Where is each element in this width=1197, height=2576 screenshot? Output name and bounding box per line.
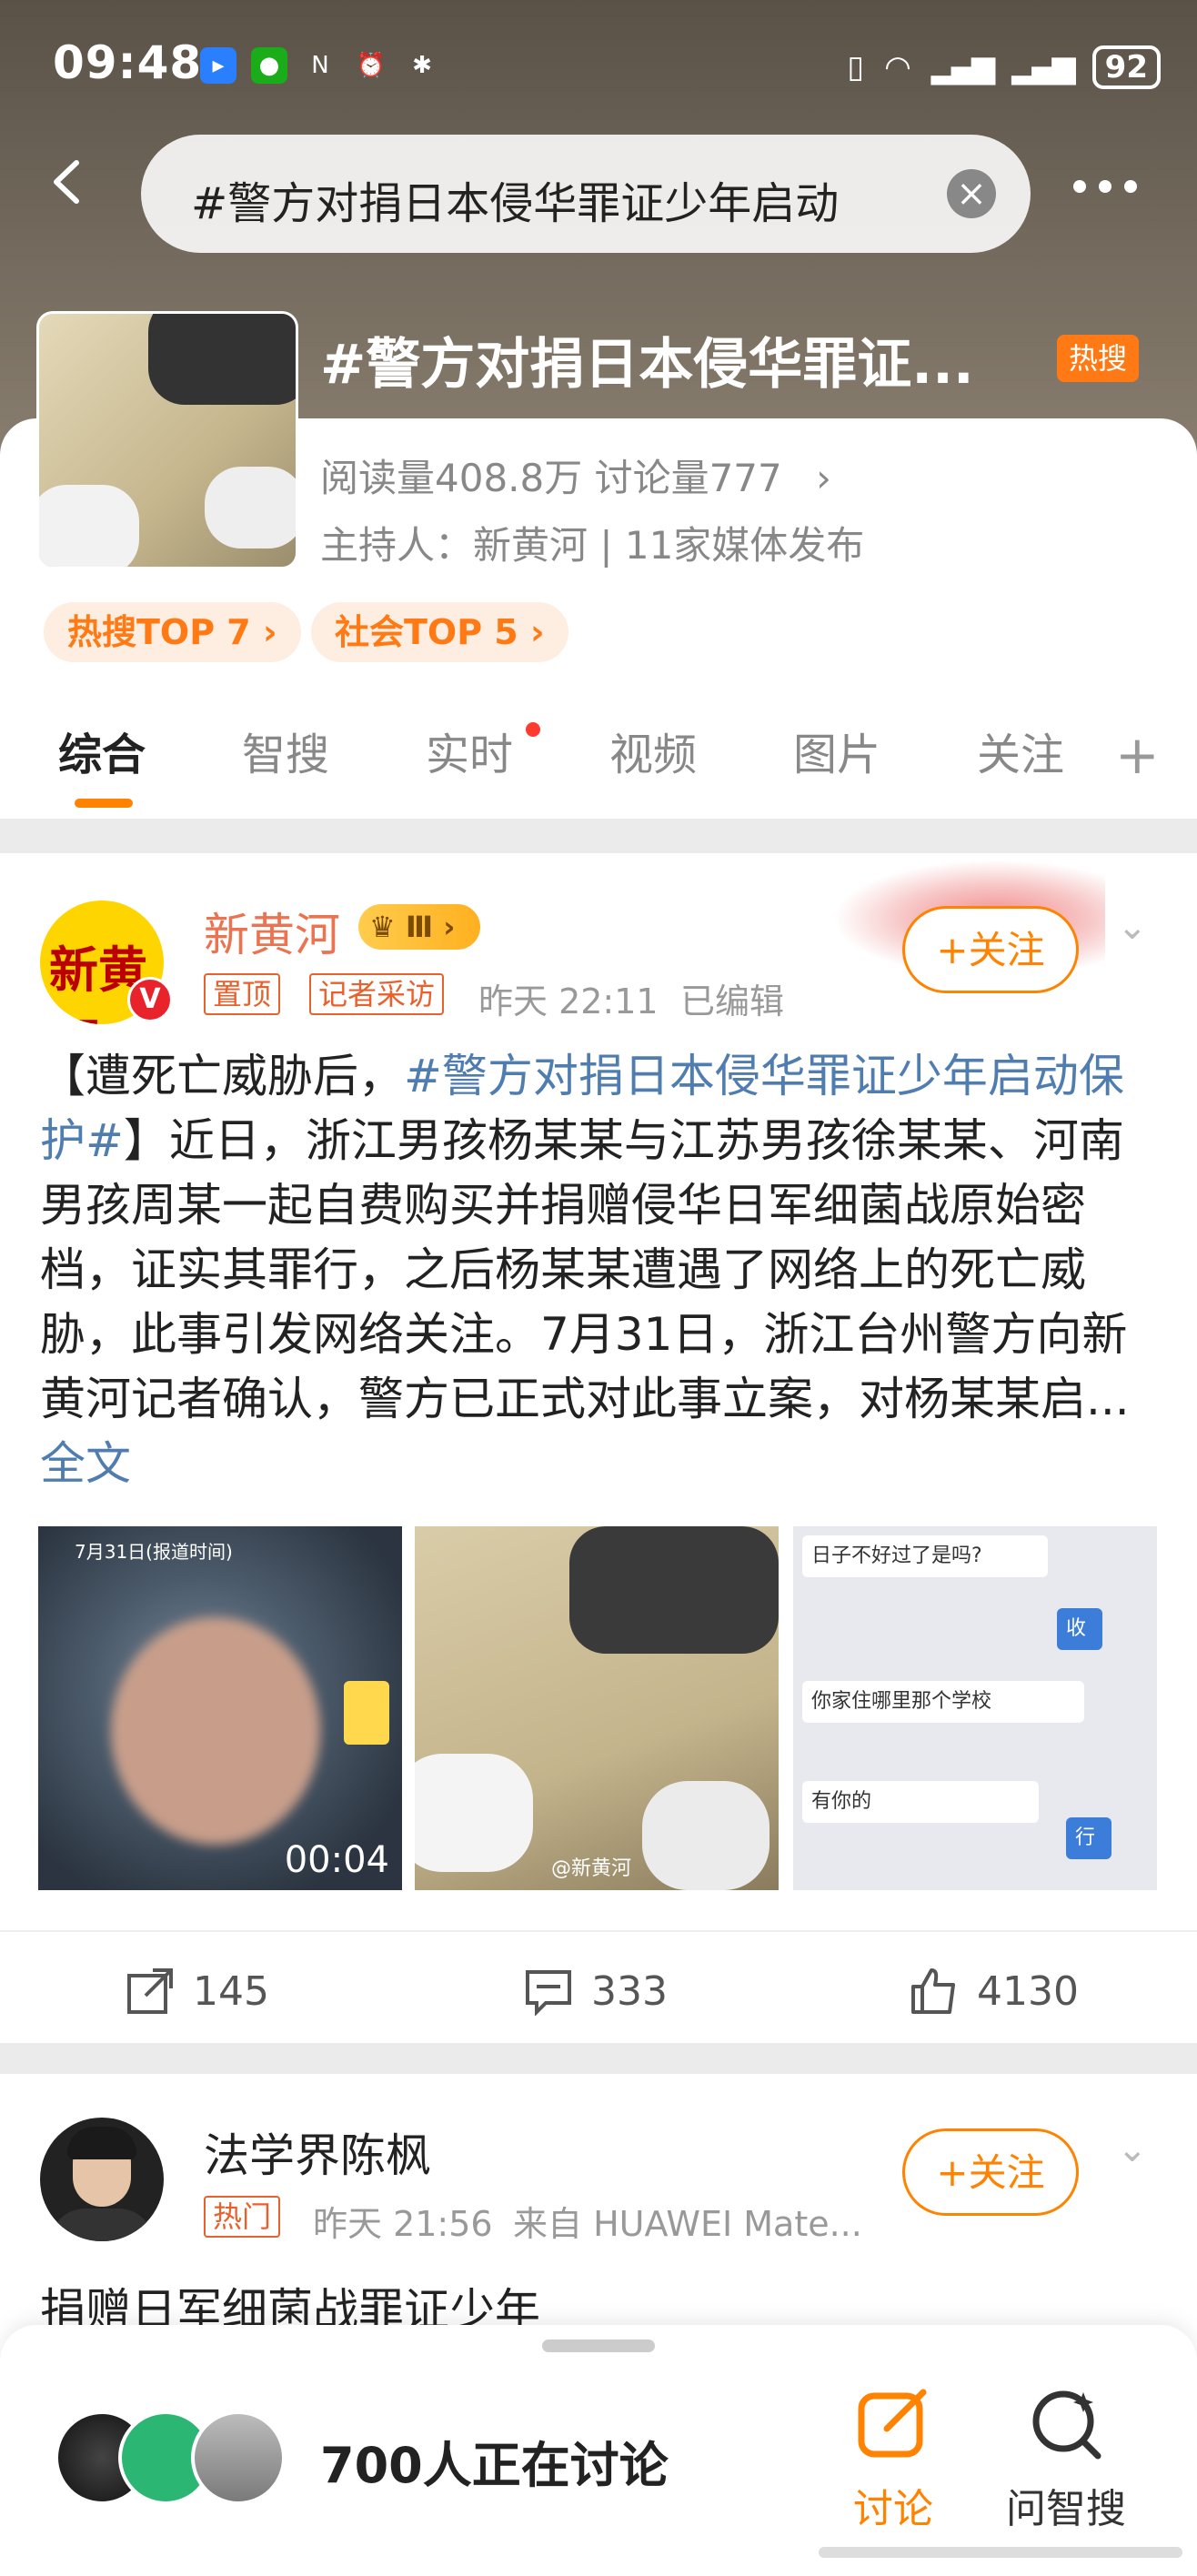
app-icon: ▸ — [200, 47, 236, 84]
drag-handle[interactable] — [542, 2340, 655, 2352]
clear-search-icon[interactable]: × — [947, 169, 996, 218]
tab-smart-search[interactable]: 智搜 — [242, 719, 329, 782]
comment-icon — [526, 1970, 571, 2016]
tab-realtime[interactable]: 实时 — [426, 719, 513, 782]
active-tab-indicator — [75, 799, 133, 808]
topic-thumbnail[interactable] — [36, 311, 298, 569]
participant-avatar — [191, 2410, 286, 2505]
avatar[interactable] — [40, 2118, 164, 2241]
topic-stats[interactable]: 阅读量408.8万 讨论量777 › — [320, 448, 831, 503]
tab-video[interactable]: 视频 — [609, 719, 697, 782]
status-bar: 09:48 ▸ ● N ⏰ ✱ ▯ ◠ ▂▄▆ ▂▄▆ 92 — [0, 0, 1197, 136]
add-tab-icon[interactable]: + — [1115, 724, 1160, 786]
comment-button[interactable]: 333 — [524, 1967, 668, 2016]
wifi-icon: ◠ — [884, 49, 911, 86]
hot-search-badge: 热搜 — [1057, 335, 1139, 382]
chevron-right-icon: › — [816, 456, 831, 500]
post-text[interactable]: 【遭死亡威胁后，#警方对捐日本侵华罪证少年启动保护#】近日，浙江男孩杨某某与江苏… — [40, 1044, 1157, 1496]
search-bar[interactable]: #警方对捐日本侵华罪证少年启动 × — [141, 135, 1031, 253]
notification-icons: ▸ ● N ⏰ ✱ — [200, 47, 440, 84]
clock: 09:48 — [53, 36, 203, 89]
discuss-button[interactable]: 讨论 — [830, 2385, 957, 2534]
share-icon — [127, 1968, 173, 2014]
crown-level-icon: ♛ Ⅲ › — [358, 904, 480, 950]
discussion-count[interactable]: 700人正在讨论 — [320, 2425, 669, 2497]
like-button[interactable]: 4130 — [910, 1967, 1079, 2016]
society-rank-pill[interactable]: 社会TOP 5 › — [311, 602, 568, 662]
follow-button[interactable]: +关注 — [902, 2128, 1079, 2216]
system-icons: ▯ ◠ ▂▄▆ ▂▄▆ 92 — [847, 45, 1161, 89]
hot-rank-pill[interactable]: 热搜TOP 7 › — [44, 602, 301, 662]
reporter-tag: 记者采访 — [309, 973, 445, 1015]
hot-tag: 热门 — [204, 2196, 281, 2238]
search-input[interactable]: #警方对捐日本侵华罪证少年启动 — [191, 167, 946, 231]
realtime-dot — [526, 722, 540, 737]
verified-icon: V — [127, 977, 173, 1022]
tab-following[interactable]: 关注 — [977, 719, 1064, 782]
home-indicator[interactable] — [819, 2547, 1182, 2558]
post-time: 昨天 22:11 — [478, 981, 659, 1021]
topic-title: #警方对捐日本侵华罪证... — [320, 333, 974, 397]
chat-screenshot-image[interactable]: 日子不好过了是吗? 收 你家住哪里那个学校 有你的 行 — [793, 1526, 1157, 1890]
share-button[interactable]: 145 — [126, 1967, 269, 2016]
topic-host[interactable]: 主持人：新黄河 | 11家媒体发布 — [320, 515, 864, 570]
smart-search-icon — [1032, 2390, 1101, 2460]
chevron-down-icon[interactable]: ⌄ — [1117, 906, 1148, 948]
ask-smart-search-button[interactable]: 问智搜 — [1002, 2385, 1130, 2534]
vibrate-icon: ▯ — [847, 49, 865, 86]
wechat-icon: ● — [251, 47, 287, 84]
action-bar: 145 333 4130 — [0, 1930, 1197, 2039]
alarm-icon: ⏰ — [356, 52, 387, 79]
follow-button[interactable]: +关注 — [902, 906, 1079, 993]
back-arrow-icon[interactable] — [45, 159, 91, 205]
pinned-tag: 置顶 — [204, 973, 281, 1015]
read-more-link[interactable]: 全文 — [40, 1437, 131, 1490]
tab-comprehensive[interactable]: 综合 — [58, 719, 146, 782]
video-duration: 00:04 — [284, 1839, 389, 1881]
author-name[interactable]: 新黄河 — [204, 899, 340, 964]
tab-bar: 综合 智搜 实时 视频 图片 关注 — [0, 719, 1197, 810]
video-thumbnail[interactable]: 7月31日(报道时间) 00:04 — [38, 1526, 402, 1890]
edit-icon — [858, 2389, 927, 2458]
battery-indicator: 92 — [1091, 45, 1161, 89]
tab-images[interactable]: 图片 — [793, 719, 880, 782]
chevron-down-icon[interactable]: ⌄ — [1117, 2128, 1148, 2170]
signal-icon: ▂▄▆ — [930, 49, 995, 86]
bluetooth-icon: ✱ — [412, 52, 432, 79]
signal2-icon: ▂▄▆ — [1011, 49, 1075, 86]
post-source: 来自 HUAWEI Mate... — [513, 2204, 862, 2244]
more-menu-icon[interactable] — [1073, 180, 1137, 193]
post-image[interactable]: @新黄河 — [415, 1526, 779, 1890]
image-watermark: @新黄河 — [551, 1857, 632, 1880]
post-time: 昨天 21:56 — [313, 2204, 493, 2244]
author-name[interactable]: 法学界陈枫 — [204, 2119, 431, 2185]
like-icon — [911, 1968, 955, 2014]
edited-label: 已编辑 — [680, 981, 785, 1021]
nfc-icon: N — [311, 52, 329, 79]
